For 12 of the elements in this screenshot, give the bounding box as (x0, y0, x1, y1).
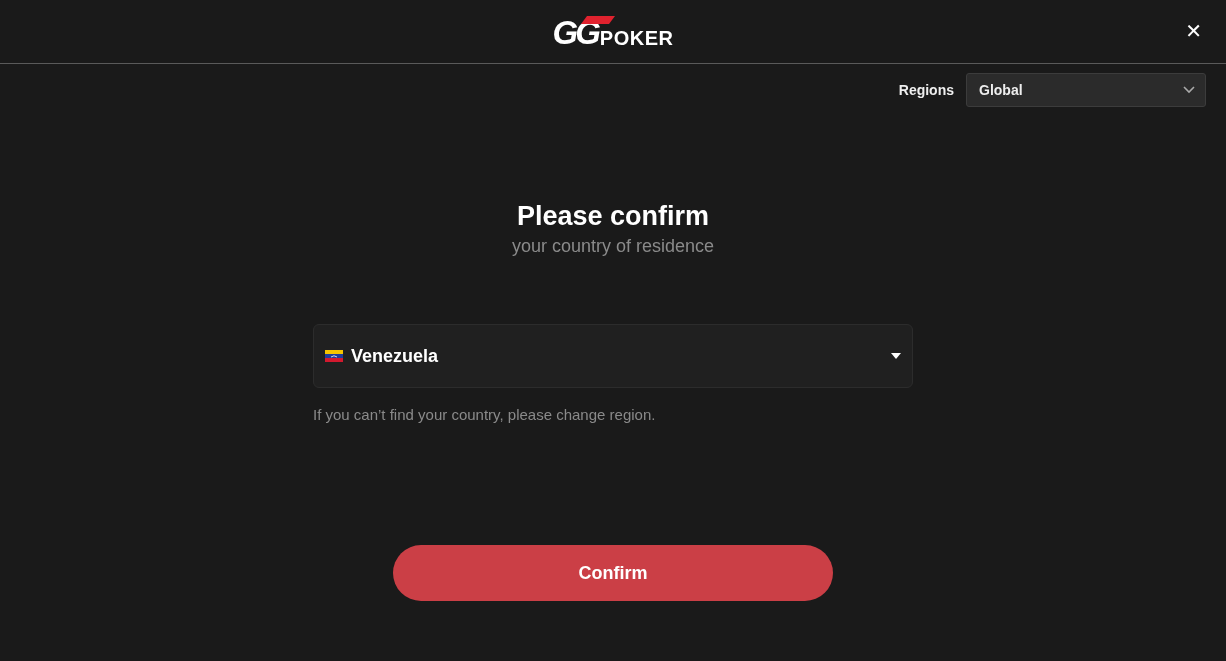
country-hint: If you can’t find your country, please change region. (313, 406, 657, 423)
dropdown-triangle-icon (891, 353, 901, 359)
flag-icon (325, 350, 343, 362)
regions-label: Regions (898, 82, 954, 98)
close-button[interactable]: ✕ (1181, 17, 1206, 45)
heading-title: Please confirm (515, 200, 711, 232)
heading-subtitle: your country of residence (510, 235, 716, 258)
region-select[interactable]: Global (966, 73, 1206, 107)
chevron-down-icon (1183, 86, 1195, 94)
logo-word: POKER (599, 27, 674, 48)
confirm-button[interactable]: Confirm (393, 545, 833, 601)
country-select[interactable]: Venezuela (313, 324, 913, 388)
